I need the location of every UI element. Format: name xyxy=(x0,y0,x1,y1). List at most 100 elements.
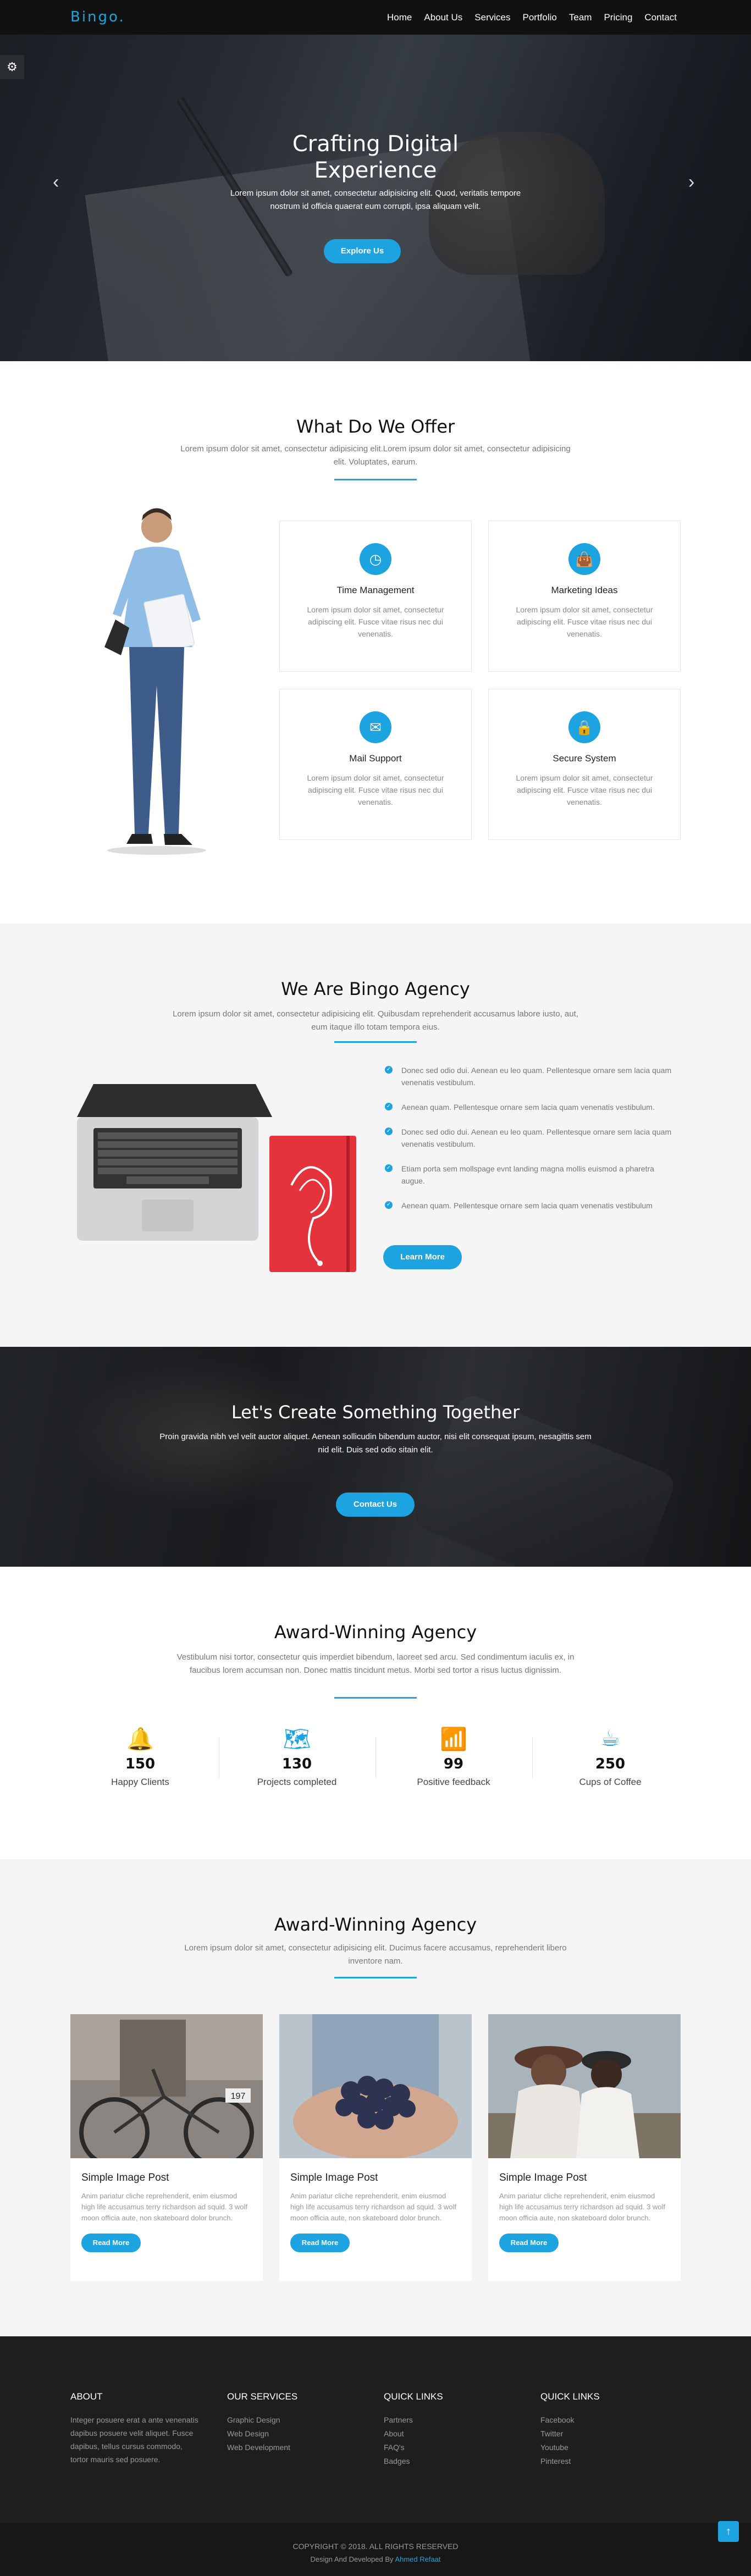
stat-value: 130 xyxy=(281,1756,312,1772)
hero-slider: Crafting Digital Experience Lorem ipsum … xyxy=(0,0,751,361)
post-image-girls[interactable] xyxy=(488,2014,681,2158)
blog-title: Award-Winning Agency xyxy=(274,1914,477,1935)
bike-tag-number: 197 xyxy=(231,2092,246,2101)
stats-divider xyxy=(334,1697,417,1699)
post-excerpt: Anim pariatur cliche reprehenderit, enim… xyxy=(499,2192,666,2222)
footer-link[interactable]: Graphic Design xyxy=(227,2413,359,2427)
brand-logo[interactable]: Bingo. xyxy=(70,9,125,25)
nav-link-home[interactable]: Home xyxy=(387,12,412,23)
blog-post-card: Simple Image Post Anim pariatur cliche r… xyxy=(488,2014,681,2281)
nav-link-about[interactable]: About Us xyxy=(424,12,462,23)
cta-section: Let's Create Something Together Proin gr… xyxy=(0,1347,751,1567)
offer-card-text: Lorem ipsum dolor sit amet, consectetur … xyxy=(516,773,653,806)
stat-feedback: 📶 99 Positive feedback xyxy=(377,1726,531,1788)
footer-heading: OUR SERVICES xyxy=(227,2391,298,2402)
cta-title: Let's Create Something Together xyxy=(231,1402,520,1423)
learn-more-button[interactable]: Learn More xyxy=(383,1245,462,1269)
post-title[interactable]: Simple Image Post xyxy=(81,2172,263,2184)
footer-quick-links-2: QUICK LINKS Facebook Twitter Youtube Pin… xyxy=(540,2391,672,2468)
stat-label: Cups of Coffee xyxy=(579,1777,642,1787)
agency-checklist: ✓ Donec sed odio dui. Aenean eu leo quam.… xyxy=(385,1064,673,1224)
blog-post-card: Simple Image Post Anim pariatur cliche r… xyxy=(279,2014,472,2281)
post-title[interactable]: Simple Image Post xyxy=(499,2172,681,2184)
stat-value: 150 xyxy=(125,1756,156,1772)
read-more-button[interactable]: Read More xyxy=(290,2234,350,2252)
hero-title: Crafting Digital Experience xyxy=(0,131,751,184)
list-item: ✓ Aenean quam. Pellentesque ornare sem la… xyxy=(385,1199,673,1212)
footer-about-text: Integer posuere erat a ante venenatis da… xyxy=(70,2415,198,2464)
post-excerpt: Anim pariatur cliche reprehenderit, enim… xyxy=(290,2192,457,2222)
hero-subtitle: Lorem ipsum dolor sit amet, consectetur … xyxy=(230,189,521,211)
explore-us-button[interactable]: Explore Us xyxy=(324,239,401,263)
post-image-bicycle[interactable]: 197 xyxy=(70,2014,263,2168)
lock-icon: 🔒 xyxy=(568,711,600,743)
nav-link-contact[interactable]: Contact xyxy=(644,12,677,23)
stat-separator xyxy=(532,1737,533,1778)
footer-link[interactable]: FAQ's xyxy=(384,2441,516,2455)
envelope-icon: ✉ xyxy=(360,711,391,743)
footer-link[interactable]: Web Development xyxy=(227,2441,359,2455)
footer-link[interactable]: About xyxy=(384,2427,516,2441)
footer-link[interactable]: Badges xyxy=(384,2455,516,2468)
footer-link[interactable]: Partners xyxy=(384,2413,516,2427)
footer-heading: QUICK LINKS xyxy=(384,2391,443,2402)
agency-section: We Are Bingo Agency Lorem ipsum dolor si… xyxy=(0,924,751,1347)
blog-divider xyxy=(334,1977,417,1978)
footer-link[interactable]: Facebook xyxy=(540,2413,672,2427)
offer-card-mail: ✉ Mail Support Lorem ipsum dolor sit ame… xyxy=(279,689,472,840)
offer-subtitle: Lorem ipsum dolor sit amet, consectetur … xyxy=(180,444,571,467)
hero-title-line1: Crafting Digital xyxy=(292,131,459,157)
copyright-bar: COPYRIGHT © 2018. ALL RIGHTS RESERVED De… xyxy=(0,2523,751,2576)
footer-link[interactable]: Twitter xyxy=(540,2427,672,2441)
footer-quick-links-1: QUICK LINKS Partners About FAQ's Badges xyxy=(384,2391,516,2468)
shopping-bag-icon: 👜 xyxy=(568,543,600,575)
chevron-right-icon[interactable]: › xyxy=(688,172,694,193)
check-circle-icon: ✓ xyxy=(385,1066,393,1074)
scroll-to-top-icon[interactable]: ↑ xyxy=(718,2521,739,2542)
developed-by-prefix: Design And Developed By xyxy=(310,2555,394,2563)
footer: ABOUT Integer posuere erat a ante venena… xyxy=(0,2336,751,2523)
rss-icon: 📶 xyxy=(440,1727,467,1751)
stat-coffee: ☕ 250 Cups of Coffee xyxy=(533,1726,687,1788)
footer-heading: ABOUT xyxy=(70,2391,103,2402)
coffee-icon: ☕ xyxy=(600,1727,620,1751)
man-illustration xyxy=(104,508,206,855)
nav-link-team[interactable]: Team xyxy=(569,12,592,23)
blog-section: Award-Winning Agency Lorem ipsum dolor s… xyxy=(0,1859,751,2336)
stats-section: Award-Winning Agency Vestibulum nisi tor… xyxy=(0,1567,751,1859)
cta-overlay xyxy=(0,1347,751,1567)
read-more-button[interactable]: Read More xyxy=(81,2234,141,2252)
chevron-left-icon[interactable]: ‹ xyxy=(53,172,59,193)
stat-projects: 🗺 130 Projects completed xyxy=(220,1726,374,1788)
post-title[interactable]: Simple Image Post xyxy=(290,2172,472,2184)
footer-services: OUR SERVICES Graphic Design Web Design W… xyxy=(227,2391,359,2455)
stat-happy-clients: 🔔 150 Happy Clients xyxy=(63,1726,217,1788)
nav-menu: Home About Us Services Portfolio Team Pr… xyxy=(375,12,677,23)
agency-title: We Are Bingo Agency xyxy=(281,979,470,999)
developer-link[interactable]: Ahmed Refaat xyxy=(395,2555,440,2563)
footer-link[interactable]: Web Design xyxy=(227,2427,359,2441)
list-item: ✓ Donec sed odio dui. Aenean eu leo quam.… xyxy=(385,1126,673,1150)
bell-icon: 🔔 xyxy=(126,1727,154,1751)
check-circle-icon: ✓ xyxy=(385,1127,393,1135)
cta-subtitle: Proin gravida nibh vel velit auctor aliq… xyxy=(159,1432,592,1455)
nav-link-services[interactable]: Services xyxy=(474,12,510,23)
read-more-button[interactable]: Read More xyxy=(499,2234,559,2252)
footer-link[interactable]: Pinterest xyxy=(540,2455,672,2468)
offer-card-text: Lorem ipsum dolor sit amet, consectetur … xyxy=(516,605,653,638)
post-image-grapes[interactable] xyxy=(279,2014,472,2160)
settings-gear-icon[interactable]: ⚙ xyxy=(0,55,24,79)
footer-about: ABOUT Integer posuere erat a ante venena… xyxy=(70,2391,202,2466)
developed-by: Design And Developed By Ahmed Refaat xyxy=(0,2555,751,2563)
contact-us-button[interactable]: Contact Us xyxy=(336,1492,415,1517)
laptop-image xyxy=(77,1084,272,1241)
offer-divider xyxy=(334,479,417,480)
offer-card-secure: 🔒 Secure System Lorem ipsum dolor sit am… xyxy=(488,689,681,840)
map-icon: 🗺 xyxy=(283,1727,311,1751)
footer-link[interactable]: Youtube xyxy=(540,2441,672,2455)
nav-link-portfolio[interactable]: Portfolio xyxy=(522,12,556,23)
top-navbar: Bingo. Home About Us Services Portfolio … xyxy=(0,0,751,35)
red-notebook-image xyxy=(269,1136,356,1272)
stat-value: 99 xyxy=(443,1756,464,1772)
nav-link-pricing[interactable]: Pricing xyxy=(604,12,632,23)
